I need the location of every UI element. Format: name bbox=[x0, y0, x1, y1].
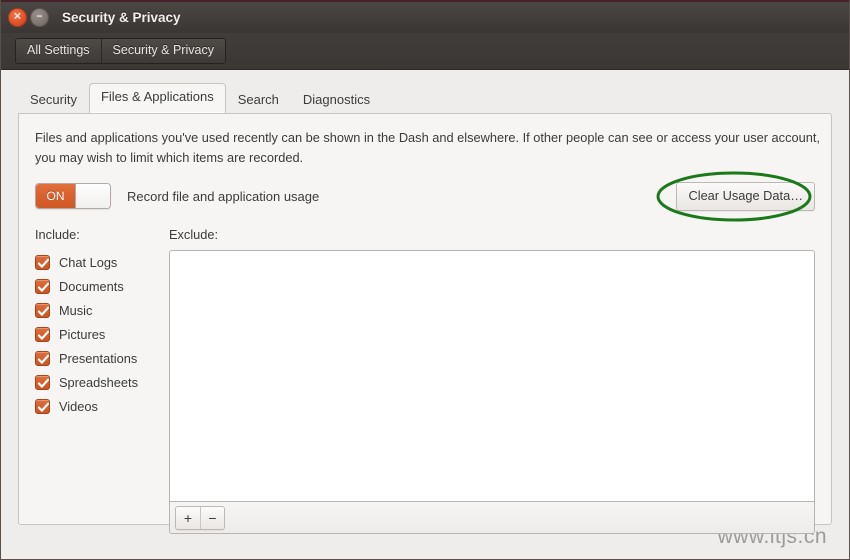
add-exclusion-button[interactable]: + bbox=[176, 507, 200, 529]
include-item-label: Spreadsheets bbox=[59, 375, 138, 390]
include-item-spreadsheets[interactable]: Spreadsheets bbox=[35, 370, 169, 394]
checkbox-checked-icon[interactable] bbox=[35, 375, 50, 390]
include-item-label: Chat Logs bbox=[59, 255, 117, 270]
minimize-glyph: − bbox=[37, 12, 43, 22]
clear-usage-data-button[interactable]: Clear Usage Data… bbox=[676, 182, 815, 211]
record-usage-toggle[interactable]: ON bbox=[35, 183, 111, 209]
tab-security[interactable]: Security bbox=[18, 86, 89, 114]
window-titlebar: ✕ − Security & Privacy bbox=[1, 0, 849, 33]
files-applications-panel: Files and applications you've used recen… bbox=[18, 113, 832, 525]
exclude-list[interactable] bbox=[169, 250, 815, 501]
include-item-presentations[interactable]: Presentations bbox=[35, 346, 169, 370]
include-item-music[interactable]: Music bbox=[35, 298, 169, 322]
close-icon[interactable]: ✕ bbox=[8, 8, 27, 27]
include-item-label: Documents bbox=[59, 279, 124, 294]
include-item-chat-logs[interactable]: Chat Logs bbox=[35, 250, 169, 274]
tab-files-applications[interactable]: Files & Applications bbox=[89, 83, 226, 113]
toggle-knob bbox=[75, 184, 110, 208]
include-item-label: Music bbox=[59, 303, 92, 318]
current-panel-button[interactable]: Security & Privacy bbox=[101, 39, 225, 63]
exclude-column: Exclude: + − bbox=[169, 227, 815, 534]
include-exclude-columns: Include: Chat Logs Documents bbox=[35, 227, 815, 534]
panel-description: Files and applications you've used recen… bbox=[35, 128, 825, 168]
tab-bar: Security Files & Applications Search Dia… bbox=[1, 85, 849, 113]
include-item-label: Videos bbox=[59, 399, 98, 414]
checkbox-checked-icon[interactable] bbox=[35, 279, 50, 294]
include-item-label: Presentations bbox=[59, 351, 137, 366]
exclude-label: Exclude: bbox=[169, 227, 815, 242]
all-settings-button[interactable]: All Settings bbox=[16, 39, 101, 63]
toggle-state-label: ON bbox=[36, 184, 75, 208]
include-label: Include: bbox=[35, 227, 169, 242]
minimize-icon[interactable]: − bbox=[30, 8, 49, 27]
checkbox-checked-icon[interactable] bbox=[35, 327, 50, 342]
include-item-documents[interactable]: Documents bbox=[35, 274, 169, 298]
tab-diagnostics[interactable]: Diagnostics bbox=[291, 86, 382, 114]
include-column: Include: Chat Logs Documents bbox=[35, 227, 169, 534]
include-item-label: Pictures bbox=[59, 327, 105, 342]
clear-usage-data-wrapper: Clear Usage Data… bbox=[676, 182, 815, 211]
record-usage-row: ON Record file and application usage Cle… bbox=[35, 181, 815, 211]
exclude-list-toolbar: + − bbox=[169, 501, 815, 534]
close-glyph: ✕ bbox=[13, 12, 21, 22]
checkbox-checked-icon[interactable] bbox=[35, 303, 50, 318]
record-usage-label: Record file and application usage bbox=[127, 189, 319, 204]
checkbox-checked-icon[interactable] bbox=[35, 351, 50, 366]
exclude-list-buttons: + − bbox=[175, 506, 225, 530]
window-toolbar: All Settings Security & Privacy bbox=[1, 33, 849, 70]
checkbox-checked-icon[interactable] bbox=[35, 255, 50, 270]
checkbox-checked-icon[interactable] bbox=[35, 399, 50, 414]
security-privacy-window: ✕ − Security & Privacy All Settings Secu… bbox=[0, 0, 850, 560]
remove-exclusion-button[interactable]: − bbox=[200, 507, 224, 529]
include-item-videos[interactable]: Videos bbox=[35, 394, 169, 418]
tab-search[interactable]: Search bbox=[226, 86, 291, 114]
breadcrumb: All Settings Security & Privacy bbox=[15, 38, 226, 64]
window-title: Security & Privacy bbox=[62, 10, 181, 25]
include-item-pictures[interactable]: Pictures bbox=[35, 322, 169, 346]
